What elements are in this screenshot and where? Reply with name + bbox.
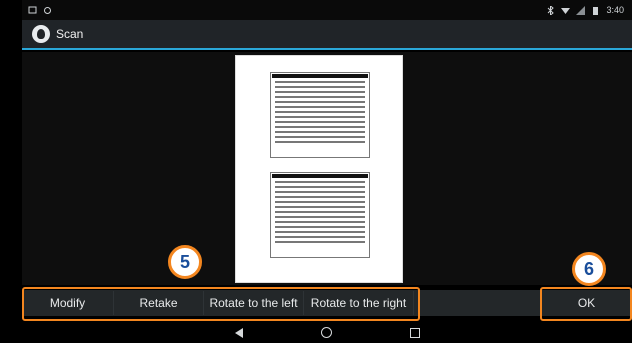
status-left (28, 6, 52, 15)
app-title: Scan (56, 27, 84, 41)
recent-apps-icon[interactable] (409, 327, 420, 338)
status-time: 3:40 (606, 5, 624, 15)
scan-app-icon (32, 25, 50, 43)
status-bar: 3:40 (22, 0, 632, 20)
callout-highlight-right (540, 287, 632, 321)
status-right: 3:40 (546, 4, 624, 16)
back-icon[interactable] (234, 327, 243, 338)
bluetooth-icon (546, 4, 555, 16)
action-bar: Scan (22, 20, 632, 50)
signal-icon (576, 5, 586, 15)
battery-icon (591, 6, 600, 15)
navigation-bar (22, 322, 632, 343)
document-section-bottom (270, 172, 370, 258)
wifi-icon (561, 6, 571, 15)
callout-highlight-left (22, 287, 420, 321)
callout-badge-6: 6 (572, 252, 606, 286)
notification-icon (28, 6, 37, 15)
settings-icon (43, 6, 52, 15)
home-icon[interactable] (320, 327, 332, 338)
callout-badge-5: 5 (168, 245, 202, 279)
scan-preview-area (22, 52, 632, 285)
document-section-top (270, 72, 370, 158)
scanned-document-preview[interactable] (236, 56, 402, 282)
